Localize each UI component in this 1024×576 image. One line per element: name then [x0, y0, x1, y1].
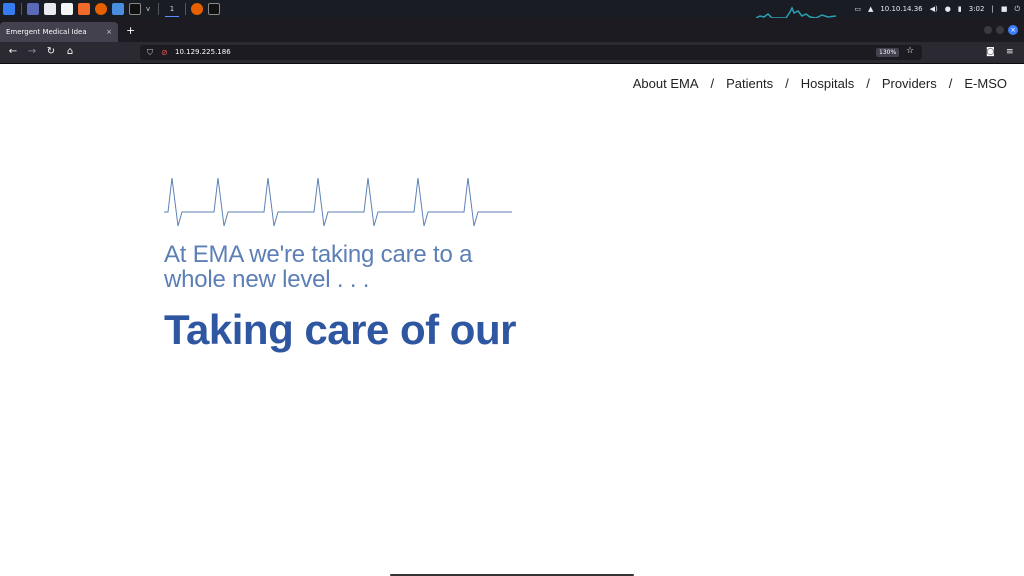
- firefox-icon[interactable]: [95, 3, 107, 15]
- text-editor-icon[interactable]: [61, 3, 73, 15]
- bookmark-star-icon[interactable]: ☆: [906, 46, 914, 56]
- divider-line: |: [991, 5, 994, 13]
- close-icon[interactable]: ×: [106, 22, 112, 42]
- back-arrow-icon[interactable]: ←: [6, 45, 20, 59]
- hamburger-menu-icon[interactable]: ≡: [1006, 45, 1014, 59]
- lock-icon[interactable]: ■: [1001, 5, 1008, 13]
- notification-bell-icon[interactable]: ●: [945, 5, 951, 13]
- file-manager-icon[interactable]: [44, 3, 56, 15]
- vpn-icon[interactable]: ▲: [868, 5, 873, 13]
- nav-separator: /: [785, 76, 789, 91]
- taskbar-divider: [158, 3, 159, 15]
- browser-nav-bar: ← → ↻ ⌂ ⛉ ⊘ 10.129.225.186 130% ☆ ◙ ≡: [0, 42, 1024, 64]
- tab-active[interactable]: Emergent Medical Idea ×: [0, 22, 118, 42]
- nav-separator: /: [710, 76, 715, 91]
- screenshot-tool-icon[interactable]: [112, 3, 124, 15]
- maximize-button[interactable]: [996, 26, 1004, 34]
- burp-suite-icon[interactable]: [78, 3, 90, 15]
- terminal-window-icon[interactable]: [208, 3, 220, 15]
- battery-icon[interactable]: ▮: [958, 5, 962, 13]
- window-close-button[interactable]: ×: [1008, 25, 1018, 35]
- nav-about[interactable]: About EMA: [633, 76, 699, 91]
- url-bar[interactable]: ⛉ ⊘ 10.129.225.186 130% ☆: [140, 45, 922, 60]
- tagline: At EMA we're taking care to a whole new …: [164, 241, 473, 293]
- desktop-icon[interactable]: [27, 3, 39, 15]
- nav-separator: /: [948, 76, 953, 91]
- nav-separator: /: [866, 76, 870, 91]
- insecure-lock-icon[interactable]: ⊘: [161, 47, 168, 58]
- volume-icon[interactable]: ◀): [930, 5, 938, 13]
- nav-emso[interactable]: E-MSO: [964, 76, 1007, 91]
- taskbar-divider: [185, 3, 186, 15]
- clock: 3:02: [968, 5, 985, 13]
- nav-patients[interactable]: Patients: [726, 76, 773, 91]
- chevron-down-icon[interactable]: v: [146, 3, 152, 15]
- workspace-indicator[interactable]: 1: [165, 2, 179, 17]
- forward-arrow-icon[interactable]: →: [25, 45, 39, 59]
- os-taskbar: v 1 ▭ ▲ 10.10.14.36 ◀) ● ▮ 3:02 | ■ ⏻: [0, 0, 1024, 18]
- taskbar-divider: [21, 3, 22, 15]
- hero-headline: Taking care of our: [164, 306, 516, 353]
- pocket-icon[interactable]: ◙: [986, 45, 995, 59]
- zoom-level[interactable]: 130%: [876, 48, 900, 57]
- nav-hospitals[interactable]: Hospitals: [801, 76, 854, 91]
- network-ip: 10.10.14.36: [880, 5, 923, 13]
- firefox-window-icon[interactable]: [191, 3, 203, 15]
- site-navigation: About EMA / Patients / Hospitals / Provi…: [633, 76, 1007, 91]
- shield-icon[interactable]: ⛉: [147, 47, 153, 58]
- tab-title: Emergent Medical Idea: [6, 28, 87, 36]
- power-icon[interactable]: ⏻: [1014, 5, 1020, 14]
- heartbeat-line-icon: [164, 177, 512, 227]
- new-tab-button[interactable]: +: [126, 22, 135, 40]
- home-icon[interactable]: ⌂: [63, 45, 77, 59]
- minimize-button[interactable]: [984, 26, 992, 34]
- terminal-icon[interactable]: [129, 3, 141, 15]
- screen-icon[interactable]: ▭: [854, 5, 861, 13]
- url-text[interactable]: 10.129.225.186: [175, 45, 231, 60]
- cpu-graph-icon: [756, 6, 836, 18]
- nav-providers[interactable]: Providers: [882, 76, 937, 91]
- app-menu-icon[interactable]: [3, 3, 15, 15]
- browser-tab-bar: Emergent Medical Idea × + ×: [0, 18, 1024, 42]
- reload-icon[interactable]: ↻: [44, 45, 58, 59]
